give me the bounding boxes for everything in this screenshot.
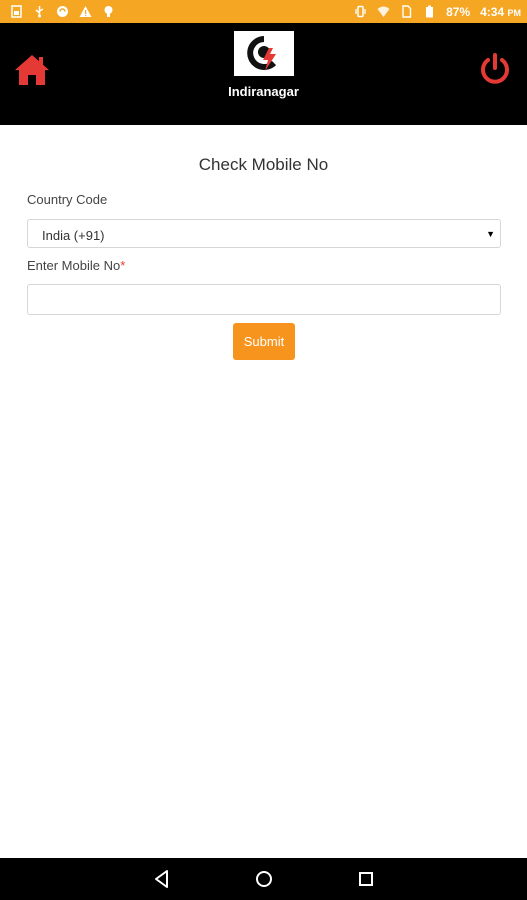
warning-icon [79, 5, 92, 18]
logo-icon [247, 35, 277, 71]
recents-button[interactable] [355, 868, 377, 890]
power-icon [481, 53, 509, 84]
country-code-select[interactable]: India (+91) ▼ [27, 219, 501, 248]
country-code-label: Country Code [27, 192, 108, 207]
page-title: Check Mobile No [198, 155, 329, 174]
vibrate-icon [354, 5, 367, 18]
home-icon [15, 55, 49, 85]
sync-icon [56, 5, 69, 18]
back-button[interactable] [151, 868, 173, 890]
status-bar: 87% 4:34 PM [0, 0, 527, 23]
status-right-icons: 87% 4:34 PM [354, 5, 521, 19]
app-header: Indiranagar [0, 23, 527, 125]
clock-time: 4:34 [480, 4, 505, 19]
submit-button[interactable]: Submit [233, 323, 295, 360]
logout-button[interactable] [478, 52, 512, 86]
country-code-value: India (+91) [42, 228, 105, 243]
usb-icon [33, 5, 46, 18]
wifi-icon [377, 5, 390, 18]
branch-name: Indiranagar [228, 84, 299, 99]
system-nav-bar [0, 858, 527, 900]
status-left-icons [10, 5, 115, 18]
mobile-number-label: Enter Mobile No* [27, 258, 125, 273]
mobile-number-input[interactable] [27, 284, 501, 315]
battery-percentage: 87% [446, 4, 471, 19]
bulb-icon [102, 5, 115, 18]
home-circle-icon [255, 871, 272, 887]
sim-icon [10, 5, 23, 18]
required-marker: * [120, 258, 126, 273]
recents-icon [358, 872, 373, 886]
sim-card-icon [400, 5, 413, 18]
dropdown-arrow-icon: ▼ [486, 229, 495, 239]
brand-logo [234, 31, 294, 76]
home-nav-button[interactable] [253, 868, 275, 890]
back-icon [154, 870, 168, 888]
clock-suffix: PM [507, 7, 522, 18]
home-button[interactable] [13, 53, 51, 87]
clock: 4:34 PM [480, 5, 521, 19]
mobile-number-label-text: Enter Mobile No [27, 258, 121, 273]
battery-icon [423, 5, 436, 18]
